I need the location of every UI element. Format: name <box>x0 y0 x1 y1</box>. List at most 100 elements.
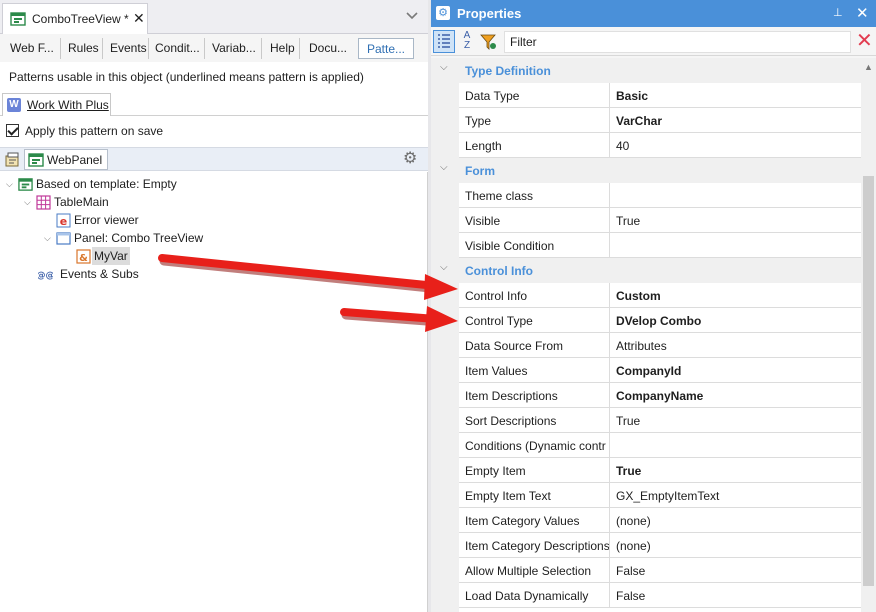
chevron-down-icon[interactable]: ⌵ <box>440 62 448 73</box>
category-label: Control Info <box>465 264 533 278</box>
chevron-down-icon[interactable] <box>404 8 420 24</box>
tab-documentation[interactable]: Docu... <box>307 38 353 59</box>
properties-toggle-icon[interactable] <box>4 151 21 168</box>
property-row[interactable]: Data Type Basic <box>459 83 861 108</box>
property-value[interactable]: 40 <box>616 139 629 153</box>
property-value[interactable]: CompanyId <box>616 364 681 378</box>
apply-pattern-label: Apply this pattern on save <box>25 124 164 138</box>
webpanel-instance-tab[interactable]: WebPanel <box>24 149 108 170</box>
property-value[interactable]: Custom <box>616 289 661 303</box>
property-value[interactable]: True <box>616 214 640 228</box>
filter-icon[interactable] <box>479 32 497 52</box>
property-value[interactable]: GX_EmptyItemText <box>616 489 719 503</box>
property-row[interactable]: Item Category Values (none) <box>459 508 861 533</box>
close-icon[interactable]: ✕ <box>856 4 869 22</box>
property-name: Empty Item <box>465 464 526 478</box>
property-row[interactable]: Control Info Custom <box>459 283 861 308</box>
property-value[interactable]: True <box>616 414 640 428</box>
property-grid: ⌵ Type Definition Data Type Basic Type V… <box>431 58 861 612</box>
category-type-definition[interactable]: ⌵ Type Definition <box>431 58 861 83</box>
property-name: Item Category Descriptions <box>465 539 609 553</box>
property-row[interactable]: Type VarChar <box>459 108 861 133</box>
property-row[interactable]: Conditions (Dynamic contr <box>459 433 861 458</box>
property-row[interactable]: Theme class <box>459 183 861 208</box>
tree-node-label: Panel: Combo TreeView <box>74 231 204 245</box>
chevron-down-icon[interactable]: ⌵ <box>6 175 16 193</box>
property-row[interactable]: Visible True <box>459 208 861 233</box>
property-row[interactable]: Item Values CompanyId <box>459 358 861 383</box>
property-row[interactable]: Visible Condition <box>459 233 861 258</box>
tab-events[interactable]: Events <box>108 38 149 59</box>
tab-variables[interactable]: Variab... <box>210 38 262 59</box>
property-value[interactable]: Attributes <box>616 339 667 353</box>
property-value[interactable]: (none) <box>616 539 651 553</box>
close-icon[interactable]: ✕ <box>133 10 145 27</box>
property-row[interactable]: Empty Item Text GX_EmptyItemText <box>459 483 861 508</box>
property-name: Control Info <box>465 289 528 303</box>
tree-node-label: MyVar <box>92 247 130 265</box>
clear-filter-icon[interactable]: ✕ <box>856 31 873 51</box>
property-row[interactable]: Length 40 <box>459 133 861 158</box>
filter-input[interactable]: Filter <box>504 31 851 53</box>
tree-node-label: TableMain <box>54 195 109 209</box>
alphabetical-sort-icon[interactable]: AZ <box>458 31 476 51</box>
property-value[interactable]: False <box>616 564 645 578</box>
document-tab-title: ComboTreeView * <box>32 12 129 26</box>
properties-icon: ⚙ <box>436 6 450 20</box>
left-pane: ComboTreeView * ✕ Web F... Rules Events … <box>0 0 428 612</box>
chevron-down-icon[interactable]: ⌵ <box>440 262 448 273</box>
category-form[interactable]: ⌵ Form <box>431 158 861 183</box>
patterns-note: Patterns usable in this object (underlin… <box>9 70 364 84</box>
property-name: Data Type <box>465 89 520 103</box>
property-row[interactable]: Data Source From Attributes <box>459 333 861 358</box>
grid-gutter <box>431 58 459 612</box>
property-row[interactable]: Allow Multiple Selection False <box>459 558 861 583</box>
pattern-tab-label: Work With Plus <box>27 98 109 112</box>
category-control-info[interactable]: ⌵ Control Info <box>431 258 861 283</box>
property-name: Conditions (Dynamic contr <box>465 439 606 453</box>
property-row[interactable]: Item Category Descriptions (none) <box>459 533 861 558</box>
property-value[interactable]: Basic <box>616 89 648 103</box>
property-row[interactable]: Sort Descriptions True <box>459 408 861 433</box>
events-icon: @@ <box>37 267 55 282</box>
tab-help[interactable]: Help <box>268 38 300 59</box>
document-tab[interactable]: ComboTreeView * ✕ <box>2 3 148 34</box>
pattern-tabbar: W Work With Plus <box>0 92 428 116</box>
pattern-tab-work-with-plus[interactable]: W Work With Plus <box>2 93 111 116</box>
gear-icon[interactable]: ⚙ <box>403 151 417 167</box>
property-value[interactable]: VarChar <box>616 114 662 128</box>
property-row[interactable]: Item Descriptions CompanyName <box>459 383 861 408</box>
editor-tabs: Web F... Rules Events Condit... Variab..… <box>0 34 428 62</box>
chevron-down-icon[interactable]: ⌵ <box>44 229 54 247</box>
property-name: Item Category Values <box>465 514 580 528</box>
tab-web-form[interactable]: Web F... <box>8 38 61 59</box>
properties-title: Properties <box>457 6 522 21</box>
pattern-instance-tree: ⌵ Based on template: Empty ⌵ TableMain e… <box>0 172 428 612</box>
chevron-down-icon[interactable]: ⌵ <box>24 193 34 211</box>
property-value[interactable]: True <box>616 464 641 478</box>
property-value[interactable]: (none) <box>616 514 651 528</box>
chevron-down-icon[interactable]: ⌵ <box>440 162 448 173</box>
property-value[interactable]: DVelop Combo <box>616 314 701 328</box>
categorized-view-icon[interactable] <box>433 30 455 53</box>
pin-icon[interactable]: ⊥ <box>833 6 843 19</box>
apply-pattern-checkbox[interactable] <box>6 124 19 137</box>
property-value[interactable]: False <box>616 589 645 603</box>
property-name: Visible Condition <box>465 239 555 253</box>
scroll-up-icon[interactable]: ▲ <box>864 62 873 72</box>
tab-conditions[interactable]: Condit... <box>153 38 205 59</box>
property-value[interactable]: CompanyName <box>616 389 703 403</box>
scrollbar-thumb[interactable] <box>863 176 874 586</box>
vertical-scrollbar[interactable]: ▲ <box>861 58 876 612</box>
tab-rules[interactable]: Rules <box>66 38 103 59</box>
property-row[interactable]: Empty Item True <box>459 458 861 483</box>
properties-toolbar: AZ Filter ✕ <box>431 28 876 56</box>
svg-text:@@: @@ <box>38 271 53 281</box>
property-row[interactable]: Control Type DVelop Combo <box>459 308 861 333</box>
error-viewer-icon: e <box>56 213 71 228</box>
property-name: Visible <box>465 214 501 228</box>
property-row[interactable]: Load Data Dynamically False <box>459 583 861 608</box>
tab-patterns[interactable]: Patte... <box>358 38 414 59</box>
property-name: Sort Descriptions <box>465 414 557 428</box>
svg-text:e: e <box>60 215 67 228</box>
